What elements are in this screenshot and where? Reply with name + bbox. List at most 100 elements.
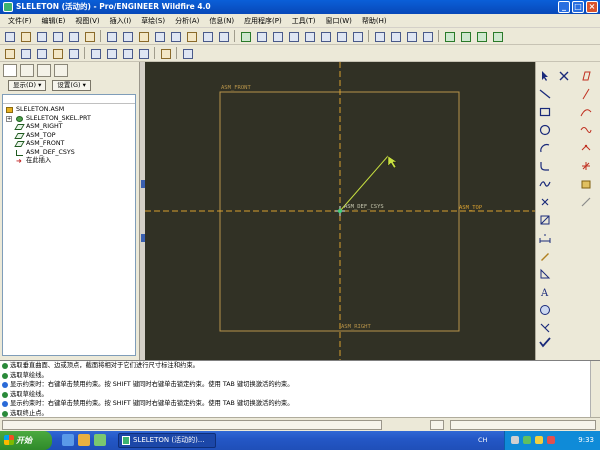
send-icon[interactable] (83, 30, 95, 42)
context-help-icon[interactable] (181, 47, 193, 59)
datum-planes-toggle-icon[interactable] (443, 30, 455, 42)
security-icon[interactable] (547, 436, 555, 444)
menu-window[interactable]: 窗口(W) (321, 16, 357, 26)
model-tree-icon[interactable] (35, 47, 47, 59)
palette-tool-icon[interactable] (539, 304, 551, 316)
save-icon[interactable] (35, 30, 47, 42)
menu-sketch[interactable]: 草绘(S) (136, 16, 170, 26)
datum-curve-tool-icon[interactable] (580, 124, 592, 136)
fillet-tool-icon[interactable] (539, 160, 551, 172)
redo-icon[interactable] (121, 30, 133, 42)
tree-item-skeleton-part[interactable]: + SLELETON_SKEL.PRT (3, 115, 135, 124)
menu-edit[interactable]: 编辑(E) (37, 16, 71, 26)
volume-icon[interactable] (535, 436, 543, 444)
rectangle-tool-icon[interactable] (539, 106, 551, 118)
regenerate-icon[interactable] (185, 30, 197, 42)
saved-views-icon[interactable] (335, 30, 347, 42)
find-icon[interactable] (201, 30, 213, 42)
keyboard-icon[interactable] (511, 436, 519, 444)
zoom-in-icon[interactable] (271, 30, 283, 42)
dimensions-display-icon[interactable] (89, 47, 101, 59)
accept-sketch-icon[interactable] (539, 336, 551, 348)
tree-item-asm-top[interactable]: ASM_TOP (3, 132, 135, 141)
tab-folder-browser[interactable] (20, 63, 34, 77)
csys-tool-icon[interactable] (580, 160, 592, 172)
layers-icon[interactable] (351, 30, 363, 42)
network-icon[interactable] (523, 436, 531, 444)
tree-item-asm-def-csys[interactable]: ASM_DEF_CSYS (3, 149, 135, 158)
select-box-icon[interactable] (217, 30, 229, 42)
reorient-icon[interactable] (319, 30, 331, 42)
menu-applications[interactable]: 应用程序(P) (239, 16, 287, 26)
constraints-display-icon[interactable] (105, 47, 117, 59)
datum-axis-tool-icon[interactable] (580, 88, 592, 100)
copy-icon[interactable] (153, 30, 165, 42)
selection-filter[interactable] (450, 420, 596, 430)
tree-item-asm-right[interactable]: ASM_RIGHT (3, 123, 135, 132)
cancel-sketch-icon[interactable] (558, 70, 570, 82)
minimize-button[interactable]: _ (558, 1, 570, 13)
email-icon[interactable] (67, 30, 79, 42)
grid-display-icon[interactable] (121, 47, 133, 59)
sketch-diagnostics-icon[interactable] (159, 47, 171, 59)
analysis-tool-icon[interactable] (580, 178, 592, 190)
menu-tools[interactable]: 工具(T) (287, 16, 321, 26)
menu-analysis[interactable]: 分析(A) (170, 16, 204, 26)
no-hidden-icon[interactable] (405, 30, 417, 42)
display-dropdown[interactable]: 显示(D) ▾ (8, 79, 47, 91)
expand-icon[interactable]: + (6, 115, 12, 122)
print-icon[interactable] (51, 30, 63, 42)
clock[interactable]: 9:33 (578, 431, 594, 450)
constraints-tool-icon[interactable] (539, 268, 551, 280)
sketch-canvas[interactable]: ASM_FRONT ASM_TOP ASM_RIGHT ASM_DEF_CSYS (145, 62, 535, 360)
ie-icon[interactable] (62, 434, 74, 446)
menu-insert[interactable]: 插入(I) (105, 16, 137, 26)
close-window-icon[interactable] (19, 47, 31, 59)
hidden-line-icon[interactable] (389, 30, 401, 42)
explorer-icon[interactable] (78, 434, 90, 446)
circle-tool-icon[interactable] (539, 124, 551, 136)
tree-filter-field[interactable] (3, 95, 135, 104)
spin-center-icon[interactable] (255, 30, 267, 42)
repaint-icon[interactable] (239, 30, 251, 42)
datum-axes-toggle-icon[interactable] (459, 30, 471, 42)
tree-item-assembly[interactable]: SLELETON.ASM (3, 106, 135, 115)
use-edge-icon[interactable] (539, 214, 551, 226)
menu-info[interactable]: 信息(N) (204, 16, 239, 26)
tab-connections[interactable] (54, 63, 68, 77)
refit-icon[interactable] (303, 30, 315, 42)
paste-icon[interactable] (169, 30, 181, 42)
wireframe-icon[interactable] (373, 30, 385, 42)
point-tool-icon[interactable] (539, 196, 551, 208)
sketch-line[interactable] (339, 155, 389, 212)
sketch-view-icon[interactable] (67, 47, 79, 59)
modify-tool-icon[interactable] (539, 250, 551, 262)
start-button[interactable]: 开始 (0, 431, 52, 450)
shading-icon[interactable] (421, 30, 433, 42)
tree-item-insert-here[interactable]: ➜ 在此插入 (3, 157, 135, 166)
select-arrow-icon[interactable] (539, 70, 551, 82)
vertex-display-icon[interactable] (137, 47, 149, 59)
language-indicator[interactable]: CH (478, 436, 487, 444)
reference-tool-icon[interactable] (580, 196, 592, 208)
open-file-icon[interactable] (19, 30, 31, 42)
tab-model-tree[interactable] (3, 63, 17, 77)
close-button[interactable]: × (586, 1, 598, 13)
datum-points-toggle-icon[interactable] (475, 30, 487, 42)
component-icon[interactable] (51, 47, 63, 59)
text-tool-icon[interactable]: A (539, 286, 551, 299)
menu-view[interactable]: 视图(V) (70, 16, 104, 26)
window-activate-icon[interactable] (3, 47, 15, 59)
datum-plane-tool-icon[interactable] (580, 70, 592, 82)
arc-tool-icon[interactable] (539, 142, 551, 154)
tree-item-asm-front[interactable]: ASM_FRONT (3, 140, 135, 149)
taskbar-window-button[interactable]: SLELETON (活动的)... (118, 433, 216, 448)
menu-file[interactable]: 文件(F) (3, 16, 37, 26)
maximize-button[interactable]: □ (572, 1, 584, 13)
new-file-icon[interactable] (3, 30, 15, 42)
graphics-window[interactable]: ASM_FRONT ASM_TOP ASM_RIGHT ASM_DEF_CSYS (145, 62, 535, 360)
dimension-tool-icon[interactable] (539, 232, 551, 244)
desktop-icon[interactable] (94, 434, 106, 446)
tab-favorites[interactable] (37, 63, 51, 77)
line-tool-icon[interactable] (539, 88, 551, 100)
